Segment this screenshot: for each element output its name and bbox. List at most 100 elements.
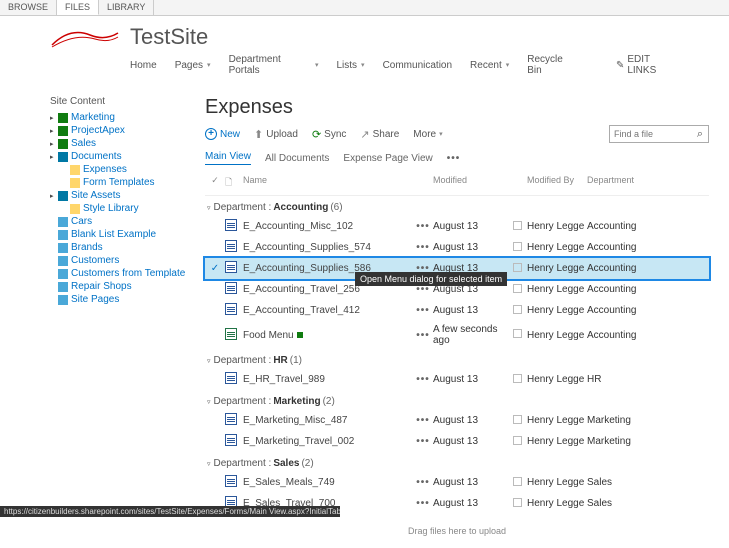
nav-recycle-bin[interactable]: Recycle Bin bbox=[527, 54, 578, 76]
group-header[interactable]: ▿Department : Sales (2) bbox=[205, 452, 709, 472]
upload-button[interactable]: ⬆ Upload bbox=[254, 128, 298, 141]
nav-recent[interactable]: Recent▾ bbox=[470, 60, 509, 71]
table-row[interactable]: E_Accounting_Travel_412•••August 13Henry… bbox=[205, 300, 709, 321]
group-header[interactable]: ▿Department : HR (1) bbox=[205, 349, 709, 369]
sidebar-item-repair-shops[interactable]: Repair Shops bbox=[50, 280, 205, 293]
nav-pages[interactable]: Pages▾ bbox=[175, 60, 211, 71]
modified-by[interactable]: Henry Legge bbox=[527, 436, 587, 447]
share-indicator[interactable] bbox=[513, 263, 527, 275]
ribbon-tab-files[interactable]: FILES bbox=[57, 0, 99, 15]
row-menu-button[interactable]: ••• bbox=[413, 221, 433, 232]
sidebar-item-site-pages[interactable]: Site Pages bbox=[50, 293, 205, 306]
column-modified[interactable]: Modified bbox=[433, 175, 513, 191]
row-menu-button[interactable]: ••• bbox=[413, 242, 433, 253]
file-name[interactable]: E_Accounting_Supplies_574 bbox=[243, 242, 413, 253]
table-row[interactable]: E_Marketing_Misc_487•••August 13Henry Le… bbox=[205, 410, 709, 431]
modified-by[interactable]: Henry Legge bbox=[527, 330, 587, 341]
sidebar-item-customers-from-template[interactable]: Customers from Template bbox=[50, 267, 205, 280]
modified-by[interactable]: Henry Legge bbox=[527, 415, 587, 426]
share-indicator[interactable] bbox=[513, 221, 527, 233]
row-menu-button[interactable]: ••• bbox=[413, 330, 433, 341]
sync-button[interactable]: ⟳ Sync bbox=[312, 128, 346, 141]
nav-home[interactable]: Home bbox=[130, 60, 157, 71]
share-button[interactable]: ↗ Share bbox=[360, 128, 399, 141]
new-button[interactable]: + New bbox=[205, 128, 240, 140]
view-all-documents[interactable]: All Documents bbox=[265, 153, 329, 164]
nav-lists[interactable]: Lists▾ bbox=[336, 60, 364, 71]
modified-by[interactable]: Henry Legge bbox=[527, 221, 587, 232]
row-menu-button[interactable]: ••• bbox=[413, 498, 433, 509]
row-checkbox[interactable]: ✓ bbox=[205, 263, 225, 274]
share-indicator[interactable] bbox=[513, 329, 527, 341]
sidebar-item-customers[interactable]: Customers bbox=[50, 254, 205, 267]
share-indicator[interactable] bbox=[513, 415, 527, 427]
table-row[interactable]: E_Marketing_Travel_002•••August 13Henry … bbox=[205, 431, 709, 452]
search-icon[interactable]: ⌕ bbox=[692, 128, 708, 141]
search-box[interactable]: ⌕ bbox=[609, 125, 709, 143]
sidebar-item-marketing[interactable]: ▸Marketing bbox=[50, 111, 205, 124]
file-name[interactable]: E_HR_Travel_989 bbox=[243, 374, 413, 385]
search-input[interactable] bbox=[610, 129, 692, 139]
sidebar-item-cars[interactable]: Cars bbox=[50, 215, 205, 228]
share-indicator[interactable] bbox=[513, 374, 527, 386]
sidebar-item-blank-list-example[interactable]: Blank List Example bbox=[50, 228, 205, 241]
sidebar-item-projectapex[interactable]: ▸ProjectApex bbox=[50, 124, 205, 137]
nav-communication[interactable]: Communication bbox=[383, 60, 452, 71]
nav-department-portals[interactable]: Department Portals▾ bbox=[229, 54, 319, 76]
column-type-icon[interactable]: 🗋 bbox=[225, 175, 243, 191]
share-indicator[interactable] bbox=[513, 436, 527, 448]
file-name[interactable]: Food Menu bbox=[243, 330, 413, 341]
modified-by[interactable]: Henry Legge bbox=[527, 242, 587, 253]
modified-by[interactable]: Henry Legge bbox=[527, 263, 587, 274]
ribbon-tab-library[interactable]: LIBRARY bbox=[99, 0, 154, 15]
table-row[interactable]: ✓E_Accounting_Supplies_586•••August 13He… bbox=[205, 258, 709, 279]
file-name[interactable]: E_Accounting_Travel_412 bbox=[243, 305, 413, 316]
file-name[interactable]: E_Marketing_Misc_487 bbox=[243, 415, 413, 426]
sidebar-item-site-assets[interactable]: ▸Site Assets bbox=[50, 189, 205, 202]
share-indicator[interactable] bbox=[513, 284, 527, 296]
row-menu-button[interactable]: ••• bbox=[413, 415, 433, 426]
site-logo[interactable] bbox=[50, 25, 120, 50]
file-name[interactable]: E_Marketing_Travel_002 bbox=[243, 436, 413, 447]
row-menu-button[interactable]: ••• bbox=[413, 436, 433, 447]
sidebar-item-sales[interactable]: ▸Sales bbox=[50, 137, 205, 150]
modified-by[interactable]: Henry Legge bbox=[527, 374, 587, 385]
share-indicator[interactable] bbox=[513, 498, 527, 510]
modified-by[interactable]: Henry Legge bbox=[527, 284, 587, 295]
views-more-icon[interactable]: ••• bbox=[447, 153, 461, 164]
sidebar-item-expenses[interactable]: Expenses bbox=[50, 163, 205, 176]
table-row[interactable]: Food Menu•••A few seconds agoHenry Legge… bbox=[205, 321, 709, 349]
share-indicator[interactable] bbox=[513, 242, 527, 254]
sidebar-item-documents[interactable]: ▸Documents bbox=[50, 150, 205, 163]
column-name[interactable]: Name bbox=[243, 175, 413, 191]
file-name[interactable]: E_Accounting_Misc_102 bbox=[243, 221, 413, 232]
modified-by[interactable]: Henry Legge bbox=[527, 305, 587, 316]
table-row[interactable]: E_Accounting_Misc_102•••August 13Henry L… bbox=[205, 216, 709, 237]
table-row[interactable]: E_Accounting_Supplies_574•••August 13Hen… bbox=[205, 237, 709, 258]
row-menu-button[interactable]: ••• bbox=[413, 477, 433, 488]
row-menu-button[interactable]: ••• bbox=[413, 305, 433, 316]
group-header[interactable]: ▿Department : Accounting (6) bbox=[205, 196, 709, 216]
table-row[interactable]: E_HR_Travel_989•••August 13Henry LeggeHR bbox=[205, 369, 709, 390]
column-department[interactable]: Department bbox=[587, 175, 647, 191]
edit-links-button[interactable]: ✎EDIT LINKS bbox=[616, 54, 679, 76]
column-check[interactable]: ✓ bbox=[205, 175, 225, 191]
row-menu-button[interactable]: ••• bbox=[413, 374, 433, 385]
view-expense-page[interactable]: Expense Page View bbox=[343, 153, 432, 164]
share-indicator[interactable] bbox=[513, 477, 527, 489]
column-modified-by[interactable]: Modified By bbox=[527, 175, 587, 191]
view-main[interactable]: Main View bbox=[205, 151, 251, 165]
sidebar-item-label: Documents bbox=[71, 151, 122, 162]
share-indicator[interactable] bbox=[513, 305, 527, 317]
group-header[interactable]: ▿Department : Marketing (2) bbox=[205, 390, 709, 410]
ribbon-tab-browse[interactable]: BROWSE bbox=[0, 0, 57, 15]
more-button[interactable]: More ▾ bbox=[413, 129, 442, 140]
file-name[interactable]: E_Sales_Meals_749 bbox=[243, 477, 413, 488]
modified-by[interactable]: Henry Legge bbox=[527, 477, 587, 488]
sidebar-item-style-library[interactable]: Style Library bbox=[50, 202, 205, 215]
table-row[interactable]: E_Sales_Meals_749•••August 13Henry Legge… bbox=[205, 472, 709, 493]
modified-by[interactable]: Henry Legge bbox=[527, 498, 587, 509]
sidebar-item-form-templates[interactable]: Form Templates bbox=[50, 176, 205, 189]
site-title[interactable]: TestSite bbox=[130, 24, 208, 50]
sidebar-item-brands[interactable]: Brands bbox=[50, 241, 205, 254]
